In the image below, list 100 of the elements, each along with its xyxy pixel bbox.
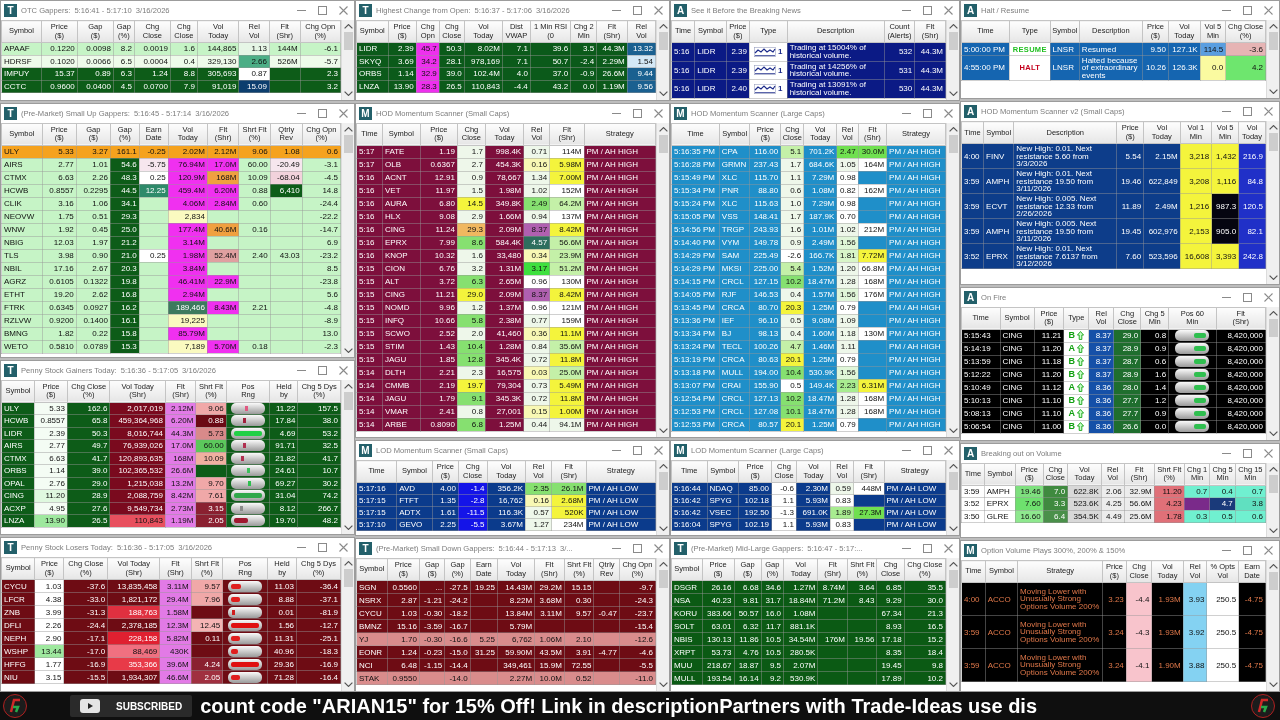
scrollbar-thumb[interactable] [658,570,668,589]
scrollbar-thumb[interactable] [343,391,353,410]
scroll-up-icon[interactable] [1268,310,1278,316]
scroll-down-icon[interactable] [1268,682,1278,687]
maximize-icon[interactable] [1243,6,1252,15]
scrollbar-thumb[interactable] [343,134,353,153]
scroll-down-icon[interactable] [948,428,958,434]
minimize-icon[interactable] [297,369,306,371]
scrollbar[interactable] [946,558,959,691]
scroll-down-icon[interactable] [1268,274,1278,280]
maximize-icon[interactable] [318,365,327,375]
close-icon[interactable] [1264,6,1273,15]
scroll-up-icon[interactable] [658,126,668,132]
scrollbar-thumb[interactable] [948,570,958,589]
scroll-down-icon[interactable] [658,526,668,532]
maximize-icon[interactable] [318,6,327,15]
scroll-up-icon[interactable] [1268,24,1278,29]
scrollbar[interactable] [1266,121,1279,284]
scroll-down-icon[interactable] [658,90,668,96]
close-icon[interactable] [1264,292,1273,302]
maximize-icon[interactable] [318,543,327,553]
scroll-up-icon[interactable] [1268,466,1278,472]
scrollbar-thumb[interactable] [1268,318,1278,337]
scrollbar-thumb[interactable] [658,472,668,491]
scroll-up-icon[interactable] [343,126,353,132]
minimize-icon[interactable] [612,450,621,452]
close-icon[interactable] [654,446,663,456]
close-icon[interactable] [1264,107,1273,117]
scrollbar[interactable] [656,20,669,100]
scroll-down-icon[interactable] [658,428,668,434]
scroll-up-icon[interactable] [658,24,668,29]
minimize-icon[interactable] [297,112,306,114]
maximize-icon[interactable] [923,108,932,118]
scroll-up-icon[interactable] [343,561,353,567]
close-icon[interactable] [654,6,663,15]
scroll-down-icon[interactable] [343,347,353,353]
scrollbar[interactable] [946,460,959,536]
maximize-icon[interactable] [633,108,642,118]
scrollbar[interactable] [341,122,354,357]
scroll-down-icon[interactable] [948,90,958,96]
subscribe-button[interactable]: SUBSCRIBED [70,695,193,717]
scrollbar-thumb[interactable] [1268,32,1278,50]
scroll-down-icon[interactable] [948,682,958,687]
close-icon[interactable] [1264,448,1273,458]
scrollbar-thumb[interactable] [1268,572,1278,590]
scroll-up-icon[interactable] [343,24,353,29]
close-icon[interactable] [944,6,953,15]
scroll-down-icon[interactable] [658,682,668,687]
scrollbar[interactable] [1266,306,1279,440]
scroll-down-icon[interactable] [1268,89,1278,95]
scroll-up-icon[interactable] [948,464,958,470]
close-icon[interactable] [339,6,348,15]
maximize-icon[interactable] [923,6,932,15]
close-icon[interactable] [339,543,348,553]
maximize-icon[interactable] [1243,546,1252,555]
scroll-up-icon[interactable] [948,24,958,29]
scrollbar[interactable] [946,20,959,100]
scroll-up-icon[interactable] [948,126,958,132]
minimize-icon[interactable] [902,450,911,452]
scroll-up-icon[interactable] [343,383,353,389]
scrollbar[interactable] [1266,560,1279,691]
scrollbar-thumb[interactable] [343,569,353,588]
close-icon[interactable] [944,108,953,118]
scrollbar[interactable] [341,379,354,535]
scrollbar[interactable] [946,122,959,438]
scrollbar-thumb[interactable] [948,134,958,153]
minimize-icon[interactable] [902,112,911,114]
scrollbar[interactable] [341,20,354,100]
close-icon[interactable] [339,108,348,118]
scrollbar[interactable] [656,122,669,438]
scroll-down-icon[interactable] [343,682,353,687]
close-icon[interactable] [944,446,953,456]
minimize-icon[interactable] [1222,452,1231,454]
scrollbar-thumb[interactable] [948,32,958,50]
scroll-up-icon[interactable] [658,562,668,568]
scroll-up-icon[interactable] [948,562,958,568]
scrollbar-thumb[interactable] [948,472,958,491]
scrollbar-thumb[interactable] [1268,474,1278,493]
close-icon[interactable] [654,108,663,118]
minimize-icon[interactable] [902,548,911,550]
scrollbar[interactable] [656,558,669,691]
close-icon[interactable] [654,544,663,554]
scroll-down-icon[interactable] [1268,528,1278,533]
close-icon[interactable] [944,544,953,554]
maximize-icon[interactable] [633,544,642,554]
minimize-icon[interactable] [612,548,621,550]
scrollbar[interactable] [341,557,354,691]
scrollbar-thumb[interactable] [658,134,668,153]
scrollbar-thumb[interactable] [658,32,668,50]
scrollbar[interactable] [1266,462,1279,537]
scrollbar[interactable] [656,460,669,536]
minimize-icon[interactable] [1222,111,1231,113]
maximize-icon[interactable] [923,544,932,554]
scroll-up-icon[interactable] [1268,125,1278,131]
minimize-icon[interactable] [1222,296,1231,298]
close-icon[interactable] [339,365,348,375]
close-icon[interactable] [1264,546,1273,555]
maximize-icon[interactable] [633,6,642,15]
scroll-down-icon[interactable] [343,525,353,531]
maximize-icon[interactable] [1243,448,1252,458]
